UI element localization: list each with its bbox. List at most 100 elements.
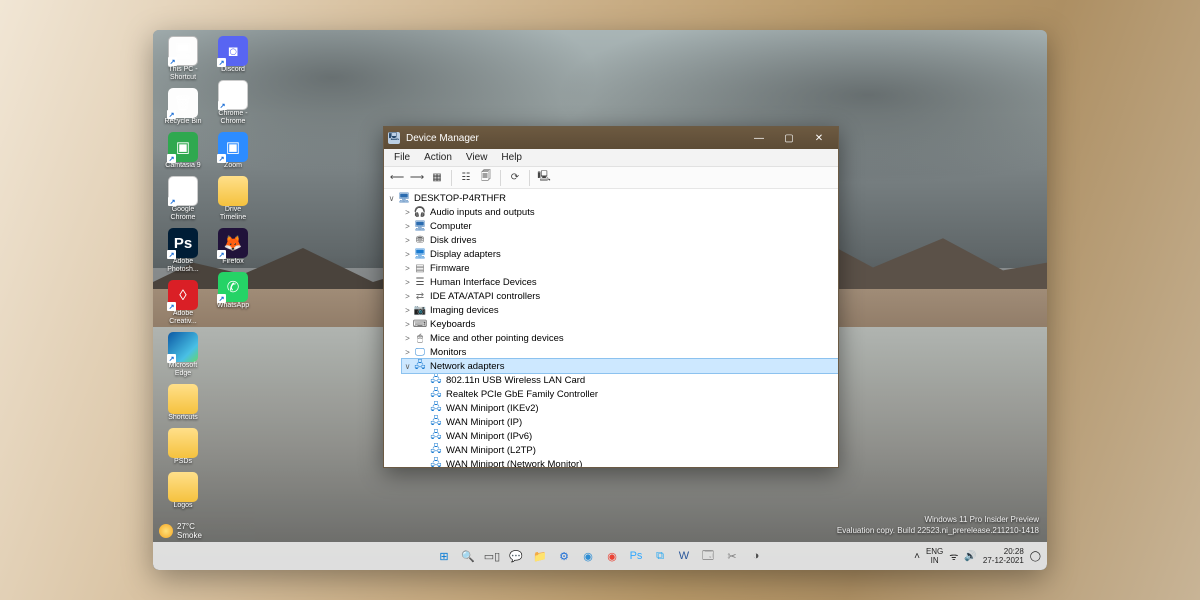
category-mice-and-other-pointing-devices[interactable]: >🖱Mice and other pointing devices (402, 331, 838, 345)
category-monitors[interactable]: >🖵Monitors (402, 345, 838, 359)
expand-icon[interactable]: > (402, 306, 413, 315)
folder-drive-icon (218, 176, 248, 206)
desktop-icon-zoom[interactable]: ▣↗Zoom (211, 132, 255, 170)
device-wan-miniport-ipv6-[interactable]: 🖧WAN Miniport (IPv6) (418, 429, 838, 443)
category-ide-ata-atapi-controllers[interactable]: >⇄IDE ATA/ATAPI controllers (402, 289, 838, 303)
toolbar-scan-hardware-button[interactable]: 🖳 (535, 169, 553, 187)
category-firmware[interactable]: >▤Firmware (402, 261, 838, 275)
taskbar-search-button[interactable]: 🔍 (458, 546, 478, 566)
toolbar-properties-button[interactable]: ☷ (457, 169, 475, 187)
tray-chevron-up-icon[interactable]: ˄ (914, 551, 920, 562)
device-wan-miniport-ip-[interactable]: 🖧WAN Miniport (IP) (418, 415, 838, 429)
notifications-icon[interactable]: ◯ (1030, 551, 1041, 562)
toolbar-forward-button[interactable]: ⟶ (408, 169, 426, 187)
taskbar-snip[interactable]: ✂ (722, 546, 742, 566)
device-wan-miniport-l2tp-[interactable]: 🖧WAN Miniport (L2TP) (418, 443, 838, 457)
tree-root[interactable]: ∨🖥DESKTOP-P4RTHFR (386, 191, 838, 205)
menu-action[interactable]: Action (418, 152, 458, 163)
weather-widget[interactable]: 27°C Smoke (159, 522, 202, 540)
category-icon: 📷 (413, 304, 427, 316)
camtasia-icon: ▣↗ (168, 132, 198, 162)
outer-background: 🖥↗This PC - Shortcut 🗑↗Recycle Bin ▣↗Camta… (0, 0, 1200, 600)
device-wan-miniport-ikev2-[interactable]: 🖧WAN Miniport (IKEv2) (418, 401, 838, 415)
expand-icon[interactable]: > (402, 278, 413, 287)
category-computer[interactable]: >🖥Computer (402, 219, 838, 233)
folder-logos-icon (168, 472, 198, 502)
desktop-icon-creative-cloud[interactable]: ◊↗Adobe Creativ... (161, 280, 205, 326)
taskbar-edge[interactable]: ◉ (578, 546, 598, 566)
taskbar-task-view[interactable]: ▭▯ (482, 546, 502, 566)
desktop-icon-folder-shortcuts[interactable]: Shortcuts (161, 384, 205, 422)
taskbar-explorer[interactable]: 📁 (530, 546, 550, 566)
close-button[interactable]: ✕ (804, 128, 834, 148)
category-human-interface-devices[interactable]: >☰Human Interface Devices (402, 275, 838, 289)
maximize-button[interactable]: ▢ (774, 128, 804, 148)
shortcut-arrow-icon: ↗ (218, 101, 227, 110)
taskbar-chrome[interactable]: ◉ (602, 546, 622, 566)
collapse-icon[interactable]: ∨ (402, 362, 413, 371)
taskbar-chat[interactable]: 💬 (506, 546, 526, 566)
desktop-icon-discord[interactable]: ◙↗Discord (211, 36, 255, 74)
desktop-icon-folder-psds[interactable]: PSDs (161, 428, 205, 466)
taskbar-vscode[interactable]: ⧉ (650, 546, 670, 566)
category-imaging-devices[interactable]: >📷Imaging devices (402, 303, 838, 317)
taskbar-settings[interactable]: ⚙ (554, 546, 574, 566)
network-adapter-icon: 🖧 (429, 402, 443, 414)
wifi-icon[interactable]: ᯤ (949, 549, 958, 563)
category-network-adapters[interactable]: ∨🖧Network adapters (402, 359, 838, 373)
desktop-icon-whatsapp[interactable]: ✆↗WhatsApp (211, 272, 255, 310)
category-audio-inputs-and-outputs[interactable]: >🎧Audio inputs and outputs (402, 205, 838, 219)
clock[interactable]: 20:28 27-12-2021 (983, 547, 1024, 565)
device-wan-miniport-network-monitor-[interactable]: 🖧WAN Miniport (Network Monitor) (418, 457, 838, 467)
category-keyboards[interactable]: >⌨Keyboards (402, 317, 838, 331)
collapse-icon[interactable]: ∨ (386, 194, 397, 203)
taskbar-word[interactable]: W (674, 546, 694, 566)
desktop-icon-this-pc[interactable]: 🖥↗This PC - Shortcut (161, 36, 205, 82)
volume-icon[interactable]: 🔊 (964, 551, 976, 562)
desktop-icon-edge[interactable]: ↗Microsoft Edge (161, 332, 205, 378)
system-tray: ˄ ENG IN ᯤ 🔊 20:28 27-12-2021 ◯ (914, 542, 1041, 570)
toolbar-show-hidden-button[interactable]: ▦ (428, 169, 446, 187)
category-display-adapters[interactable]: >🖥Display adapters (402, 247, 838, 261)
device-realtek-pcie-gbe-family-controller[interactable]: 🖧Realtek PCIe GbE Family Controller (418, 387, 838, 401)
taskbar-photoshop[interactable]: Ps (626, 546, 646, 566)
device-802-11n-usb-wireless-lan-card[interactable]: 🖧802.11n USB Wireless LAN Card (418, 373, 838, 387)
taskbar-device-manager-task[interactable]: 🗔 (698, 546, 718, 566)
desktop-icon-firefox[interactable]: 🦊↗Firefox (211, 228, 255, 266)
minimize-button[interactable]: — (744, 128, 774, 148)
expand-icon[interactable]: > (402, 320, 413, 329)
category-disk-drives[interactable]: >⛃Disk drives (402, 233, 838, 247)
toolbar-separator (529, 170, 530, 186)
taskbar-start-button[interactable]: ⊞ (434, 546, 454, 566)
folder-shortcuts-icon (168, 384, 198, 414)
menu-file[interactable]: File (388, 152, 416, 163)
titlebar[interactable]: 🖳 Device Manager — ▢ ✕ (384, 127, 838, 149)
desktop-icon-chrome[interactable]: ◉↗Google Chrome (161, 176, 205, 222)
category-label: Keyboards (430, 319, 475, 330)
expand-icon[interactable]: > (402, 250, 413, 259)
icon-label: Camtasia 9 (165, 162, 200, 170)
toolbar-refresh-button[interactable]: 🗐 (477, 169, 495, 187)
category-label: Monitors (430, 347, 466, 358)
toolbar-back-button[interactable]: ⟵ (388, 169, 406, 187)
taskbar-sharex[interactable]: ◑ (746, 546, 766, 566)
expand-icon[interactable]: > (402, 348, 413, 357)
expand-icon[interactable]: > (402, 292, 413, 301)
language-indicator[interactable]: ENG IN (926, 547, 943, 565)
desktop-icon-folder-drive[interactable]: Drive Timeline (211, 176, 255, 222)
icon-label: Discord (221, 66, 245, 74)
menu-view[interactable]: View (460, 152, 494, 163)
expand-icon[interactable]: > (402, 208, 413, 217)
menu-help[interactable]: Help (495, 152, 528, 163)
desktop-icon-photoshop[interactable]: Ps↗Adobe Photosh... (161, 228, 205, 274)
toolbar-update-driver-button[interactable]: ⟳ (506, 169, 524, 187)
expand-icon[interactable]: > (402, 264, 413, 273)
desktop-icon-recycle-bin[interactable]: 🗑↗Recycle Bin (161, 88, 205, 126)
desktop-icon-folder-logos[interactable]: Logos (161, 472, 205, 510)
expand-icon[interactable]: > (402, 222, 413, 231)
expand-icon[interactable]: > (402, 236, 413, 245)
expand-icon[interactable]: > (402, 334, 413, 343)
device-tree[interactable]: ∨🖥DESKTOP-P4RTHFR>🎧Audio inputs and outp… (384, 189, 838, 467)
desktop-icon-camtasia[interactable]: ▣↗Camtasia 9 (161, 132, 205, 170)
desktop-icon-chrome-2[interactable]: ◉↗Chrome - Chrome (211, 80, 255, 126)
